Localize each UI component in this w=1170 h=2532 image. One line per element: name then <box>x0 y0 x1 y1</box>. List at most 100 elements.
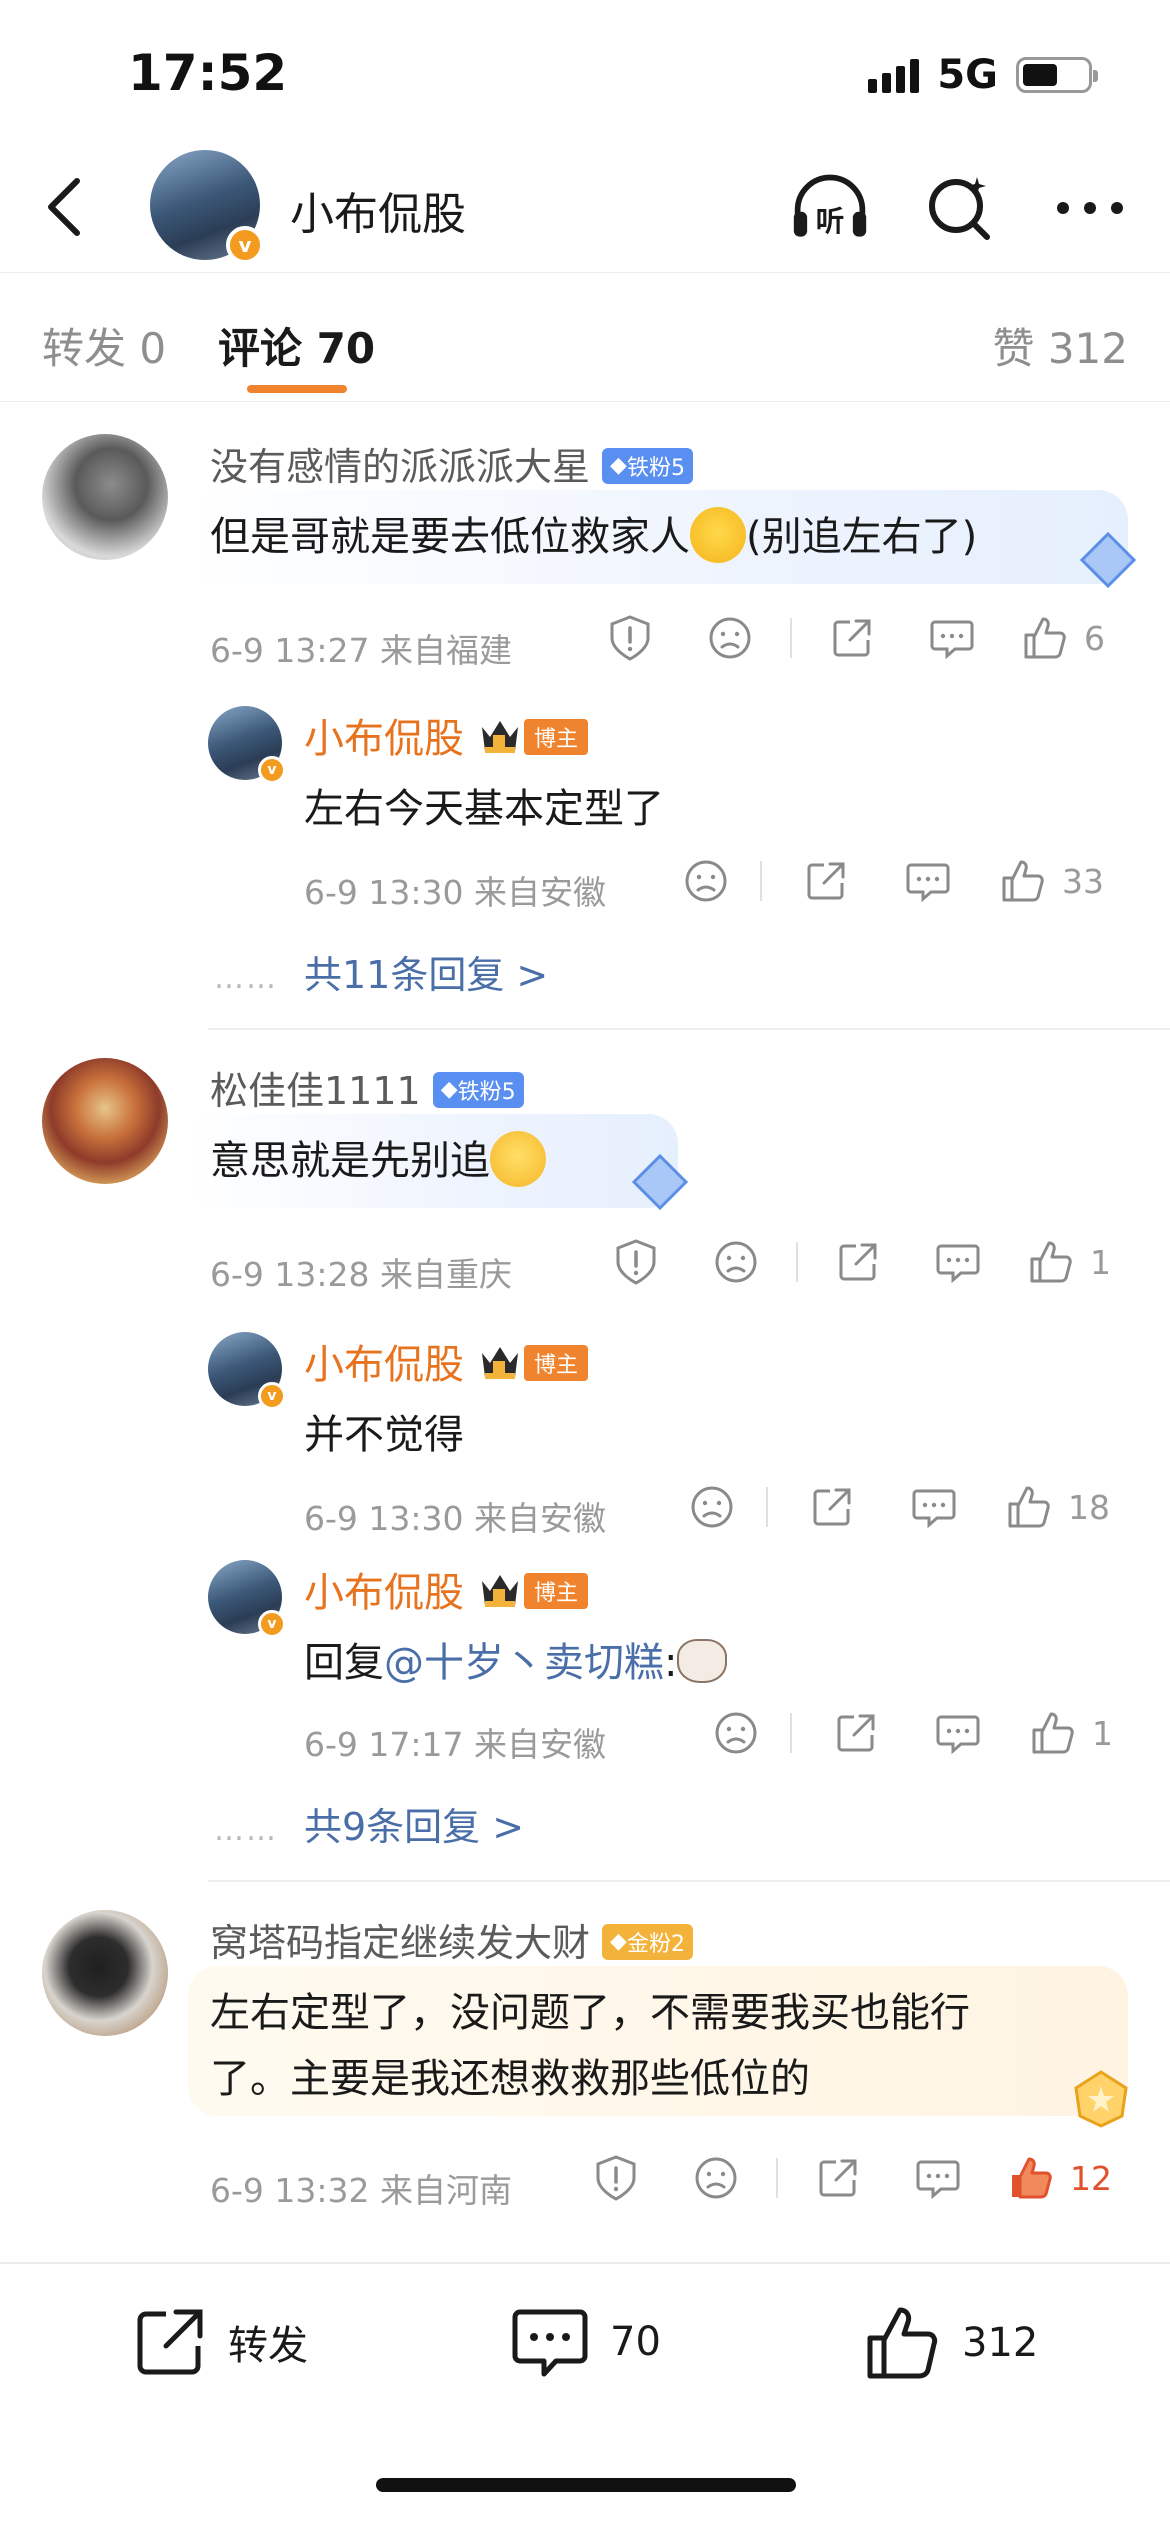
battery-icon <box>1016 57 1098 93</box>
comment-divider <box>208 1880 1170 1882</box>
status-time: 17:52 <box>128 44 288 102</box>
nav-bar: v 小布侃股 听 <box>0 150 1170 270</box>
comment-actions: 6 <box>600 614 1105 662</box>
report-button[interactable] <box>606 1238 666 1286</box>
comment-divider <box>208 1028 1170 1030</box>
share-button[interactable] <box>822 616 882 660</box>
like-button[interactable]: 312 <box>864 2304 1038 2382</box>
reply-button[interactable] <box>928 1711 988 1755</box>
comment-text: 但是哥就是要去低位救家人 <box>210 514 690 560</box>
crown-icon <box>482 721 518 753</box>
share-button[interactable] <box>808 2156 868 2200</box>
owner-badge: 博主 <box>524 1573 589 1609</box>
more-replies-text: 共9条回复 > <box>304 1805 525 1849</box>
user-avatar[interactable] <box>42 434 168 560</box>
comment-bubble-icon <box>912 1489 956 1529</box>
thumbs-up-icon <box>1032 1712 1074 1754</box>
reply-meta: 6-9 13:30 来自安徽 <box>304 873 606 912</box>
status-bar: 17:52 5G <box>0 0 1170 150</box>
like-count: 18 <box>1068 1487 1110 1527</box>
back-button[interactable] <box>30 172 100 242</box>
fan-badge-label: 金粉2 <box>626 1931 685 1957</box>
reply-button[interactable] <box>928 1240 988 1284</box>
like-button[interactable]: 1 <box>1030 1710 1113 1756</box>
reply-button[interactable] <box>922 616 982 660</box>
reply-button[interactable] <box>908 2156 968 2200</box>
reply-username[interactable]: 小布侃股 博主 <box>304 706 589 764</box>
comment-username[interactable]: 松佳佳1111 ◆ 铁粉5 <box>210 1060 524 1115</box>
owner-badge: 博主 <box>524 719 589 755</box>
dislike-button[interactable] <box>676 859 736 903</box>
verified-badge-icon: v <box>258 1382 286 1410</box>
comment-button[interactable]: 70 <box>510 2304 661 2380</box>
reply-colon: : <box>664 1640 678 1686</box>
comment-text-suffix: (别追左右了) <box>746 514 978 560</box>
like-button[interactable]: 18 <box>1006 1484 1110 1530</box>
like-button[interactable]: 33 <box>1000 858 1104 904</box>
report-button[interactable] <box>586 2154 646 2202</box>
reply-text: 左右今天基本定型了 <box>304 786 664 832</box>
action-divider <box>760 861 762 901</box>
dislike-button[interactable] <box>700 616 760 660</box>
comment-text: 意思就是先别追 <box>210 1138 490 1184</box>
user-avatar[interactable] <box>42 1058 168 1184</box>
author-avatar[interactable]: v <box>150 150 264 264</box>
report-button[interactable] <box>600 614 660 662</box>
action-divider <box>766 1487 768 1527</box>
like-count: 312 <box>962 2320 1039 2366</box>
user-avatar[interactable] <box>42 1910 168 2036</box>
like-button[interactable]: 1 <box>1028 1239 1111 1285</box>
reply-username[interactable]: 小布侃股 博主 <box>304 1332 589 1390</box>
repost-label: 转发 <box>228 2323 308 2369</box>
reply-button[interactable] <box>898 859 958 903</box>
share-button[interactable] <box>826 1711 886 1755</box>
tab-likes[interactable]: 赞 312 <box>992 315 1128 376</box>
dislike-button[interactable] <box>706 1240 766 1284</box>
fan-badge: ◆ 铁粉5 <box>432 1071 524 1108</box>
comment-username[interactable]: 窝塔码指定继续发大财 ◆ 金粉2 <box>210 1912 693 1967</box>
share-button[interactable] <box>802 1485 862 1529</box>
tab-comments[interactable]: 评论 70 <box>218 315 375 376</box>
reply-username-text: 小布侃股 <box>304 1570 464 1616</box>
diamond-decoration-icon <box>631 1153 689 1211</box>
fan-badge-label: 铁粉5 <box>626 455 685 481</box>
comment-bubble-icon <box>930 620 974 660</box>
reply-avatar[interactable]: v <box>208 1560 286 1638</box>
reply-actions: 18 <box>682 1484 1110 1530</box>
username-text: 窝塔码指定继续发大财 <box>210 1921 591 1965</box>
reply-avatar[interactable]: v <box>208 1332 286 1410</box>
page-title[interactable]: 小布侃股 <box>290 178 466 242</box>
thumbs-up-icon <box>1030 1241 1072 1283</box>
comment-bubble-icon <box>512 2309 588 2377</box>
tab-repost[interactable]: 转发 0 <box>42 315 166 376</box>
dislike-button[interactable] <box>682 1485 742 1529</box>
share-button[interactable] <box>828 1240 888 1284</box>
like-button[interactable]: 6 <box>1022 615 1105 661</box>
headphones-icon: 听 <box>793 174 867 238</box>
listen-button[interactable]: 听 <box>790 168 870 248</box>
repost-button[interactable]: 转发 <box>132 2304 308 2380</box>
comment-text-line-2: 了。主要是我还想救救那些低位的 <box>210 2056 810 2102</box>
more-button[interactable] <box>1050 168 1130 248</box>
more-replies-link[interactable]: …… 共9条回复 > <box>214 1796 524 1851</box>
like-button-active[interactable]: 12 <box>1008 2155 1112 2201</box>
reply-button[interactable] <box>904 1485 964 1529</box>
more-replies-link[interactable]: …… 共11条回复 > <box>214 944 548 999</box>
diamond-decoration-icon <box>1079 531 1137 589</box>
dislike-button[interactable] <box>706 1711 766 1755</box>
comment-username[interactable]: 没有感情的派派派大星 ◆ 铁粉5 <box>210 436 693 491</box>
fan-badge: ◆ 铁粉5 <box>602 447 693 484</box>
comment-count: 70 <box>610 2319 661 2365</box>
reply-username[interactable]: 小布侃股 博主 <box>304 1560 589 1618</box>
shield-alert-icon <box>610 615 650 661</box>
search-button[interactable] <box>920 168 1000 248</box>
dislike-button[interactable] <box>686 2156 746 2200</box>
home-indicator[interactable] <box>376 2478 796 2492</box>
mention-link[interactable]: @十岁丶卖切糕 <box>384 1640 664 1686</box>
reply-avatar[interactable]: v <box>208 706 286 784</box>
thumbs-up-icon <box>1024 617 1066 659</box>
share-button[interactable] <box>796 859 856 903</box>
frown-face-icon <box>691 1486 733 1528</box>
comment-bubble-icon <box>906 863 950 903</box>
comment-bubble-icon <box>936 1244 980 1284</box>
